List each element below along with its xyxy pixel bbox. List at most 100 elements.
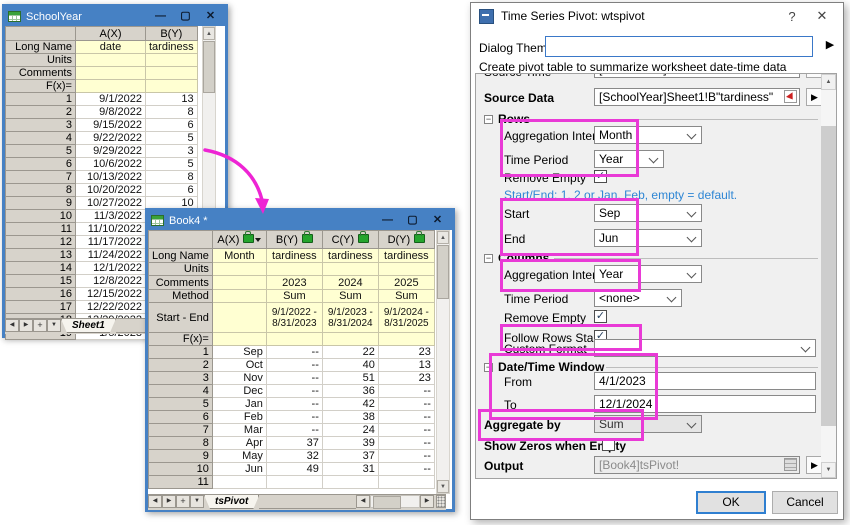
data-cell[interactable]: 6	[146, 119, 198, 132]
row-header[interactable]: 10	[6, 210, 76, 223]
meta-cell[interactable]: 2025	[378, 276, 434, 290]
data-cell[interactable]: 9/15/2022	[76, 119, 146, 132]
minimize-icon[interactable]: —	[375, 211, 400, 230]
cancel-button[interactable]: Cancel	[772, 491, 838, 514]
from-input[interactable]: 4/1/2023	[594, 372, 816, 390]
meta-cell[interactable]	[322, 263, 378, 276]
scroll-thumb[interactable]	[821, 126, 836, 426]
meta-cell[interactable]: 9/1/2024 -8/31/2025	[378, 303, 434, 333]
row-label[interactable]: Units	[6, 54, 76, 67]
sheet-tab-tspivot[interactable]: tsPivot	[204, 495, 259, 509]
data-cell[interactable]: Feb	[212, 411, 266, 424]
data-cell[interactable]: Jan	[212, 398, 266, 411]
data-cell[interactable]: 10/13/2022	[76, 171, 146, 184]
data-cell[interactable]: 10/6/2022	[76, 158, 146, 171]
meta-cell[interactable]	[322, 333, 378, 346]
data-cell[interactable]: 13	[378, 359, 434, 372]
column-header[interactable]: D(Y)	[378, 231, 434, 249]
row-label[interactable]: Comments	[149, 276, 213, 290]
sheet-list-icon[interactable]: ▼	[190, 495, 204, 508]
row-header[interactable]: 6	[6, 158, 76, 171]
data-cell[interactable]: 38	[322, 411, 378, 424]
row-label[interactable]: Start - End	[149, 303, 213, 333]
meta-cell[interactable]	[146, 67, 198, 80]
data-cell[interactable]: 10/20/2022	[76, 184, 146, 197]
data-cell[interactable]: --	[266, 346, 322, 359]
output-selector-icon[interactable]	[784, 458, 797, 471]
row-header[interactable]: 2	[6, 106, 76, 119]
meta-cell[interactable]: tardiness	[378, 249, 434, 263]
data-cell[interactable]: --	[266, 411, 322, 424]
dialog-vscrollbar[interactable]: ▲ ▼	[821, 74, 837, 478]
hscroll-thumb[interactable]	[373, 496, 401, 509]
maximize-icon[interactable]: ▢	[173, 7, 198, 26]
meta-cell[interactable]: tardiness	[322, 249, 378, 263]
to-input[interactable]: 12/1/2024	[594, 395, 816, 413]
scroll-up-icon[interactable]: ▲	[203, 27, 215, 40]
data-cell[interactable]: 39	[322, 437, 378, 450]
data-cell[interactable]: Mar	[212, 424, 266, 437]
column-header[interactable]: A(X)	[212, 231, 266, 249]
meta-cell[interactable]: Sum	[322, 290, 378, 303]
meta-cell[interactable]: Month	[212, 249, 266, 263]
data-cell[interactable]: 10/27/2022	[76, 197, 146, 210]
row-header[interactable]: 10	[149, 463, 213, 476]
row-header[interactable]: 16	[6, 288, 76, 301]
add-sheet-icon[interactable]: +	[176, 495, 190, 508]
data-cell[interactable]: 22	[322, 346, 378, 359]
data-cell[interactable]	[378, 476, 434, 489]
meta-cell[interactable]	[212, 303, 266, 333]
meta-cell[interactable]	[378, 263, 434, 276]
data-cell[interactable]: Sep	[212, 346, 266, 359]
columns-remove-empty-checkbox[interactable]: ✓	[594, 310, 607, 323]
data-cell[interactable]: 9/29/2022	[76, 145, 146, 158]
row-header[interactable]: 3	[6, 119, 76, 132]
sheet-tab-sheet1[interactable]: Sheet1	[61, 319, 116, 333]
data-cell[interactable]: 3	[146, 145, 198, 158]
data-cell[interactable]: 11/3/2022	[76, 210, 146, 223]
corner-cell[interactable]	[149, 231, 213, 249]
column-header[interactable]: B(Y)	[146, 27, 198, 41]
data-cell[interactable]: 11/24/2022	[76, 249, 146, 262]
source-data-input[interactable]: [SchoolYear]Sheet1!B"tardiness"	[594, 88, 800, 106]
data-cell[interactable]: Nov	[212, 372, 266, 385]
columns-aggregation-interval-select[interactable]: Year	[594, 265, 702, 283]
corner-cell[interactable]	[6, 27, 76, 41]
data-cell[interactable]: 24	[322, 424, 378, 437]
data-cell[interactable]: --	[266, 398, 322, 411]
row-label[interactable]: Long Name	[149, 249, 213, 263]
meta-cell[interactable]: 2023	[266, 276, 322, 290]
data-cell[interactable]	[266, 476, 322, 489]
scroll-thumb[interactable]	[437, 245, 449, 299]
dialog-titlebar[interactable]: Time Series Pivot: wtspivot ? ✕	[471, 3, 843, 29]
meta-cell[interactable]: 9/1/2022 -8/31/2023	[266, 303, 322, 333]
dialog-theme-input[interactable]	[545, 36, 813, 57]
close-icon[interactable]: ✕	[425, 211, 450, 230]
data-cell[interactable]: 12/22/2022	[76, 301, 146, 314]
meta-cell[interactable]	[212, 263, 266, 276]
row-header[interactable]: 1	[6, 93, 76, 106]
custom-format-select[interactable]	[594, 339, 816, 357]
scroll-down-icon[interactable]: ▼	[821, 462, 836, 478]
meta-cell[interactable]	[212, 276, 266, 290]
data-cell[interactable]: 12/1/2022	[76, 262, 146, 275]
rows-start-select[interactable]: Sep	[594, 204, 702, 222]
column-header[interactable]: B(Y)	[266, 231, 322, 249]
meta-cell[interactable]	[212, 333, 266, 346]
row-header[interactable]: 12	[6, 236, 76, 249]
data-cell[interactable]: 32	[266, 450, 322, 463]
maximize-icon[interactable]: ▢	[400, 211, 425, 230]
data-cell[interactable]: Jun	[212, 463, 266, 476]
book4-vscrollbar[interactable]: ▲ ▼	[436, 230, 450, 494]
tab-last-icon[interactable]: ▶	[19, 319, 33, 332]
data-cell[interactable]: 9/22/2022	[76, 132, 146, 145]
row-header[interactable]: 11	[6, 223, 76, 236]
data-cell[interactable]: 31	[322, 463, 378, 476]
row-header[interactable]: 14	[6, 262, 76, 275]
output-input[interactable]: [Book4]tsPivot!	[594, 456, 800, 474]
row-header[interactable]: 11	[149, 476, 213, 489]
row-label[interactable]: Comments	[6, 67, 76, 80]
data-cell[interactable]: --	[378, 424, 434, 437]
data-cell[interactable]: 12/15/2022	[76, 288, 146, 301]
data-cell[interactable]	[322, 476, 378, 489]
